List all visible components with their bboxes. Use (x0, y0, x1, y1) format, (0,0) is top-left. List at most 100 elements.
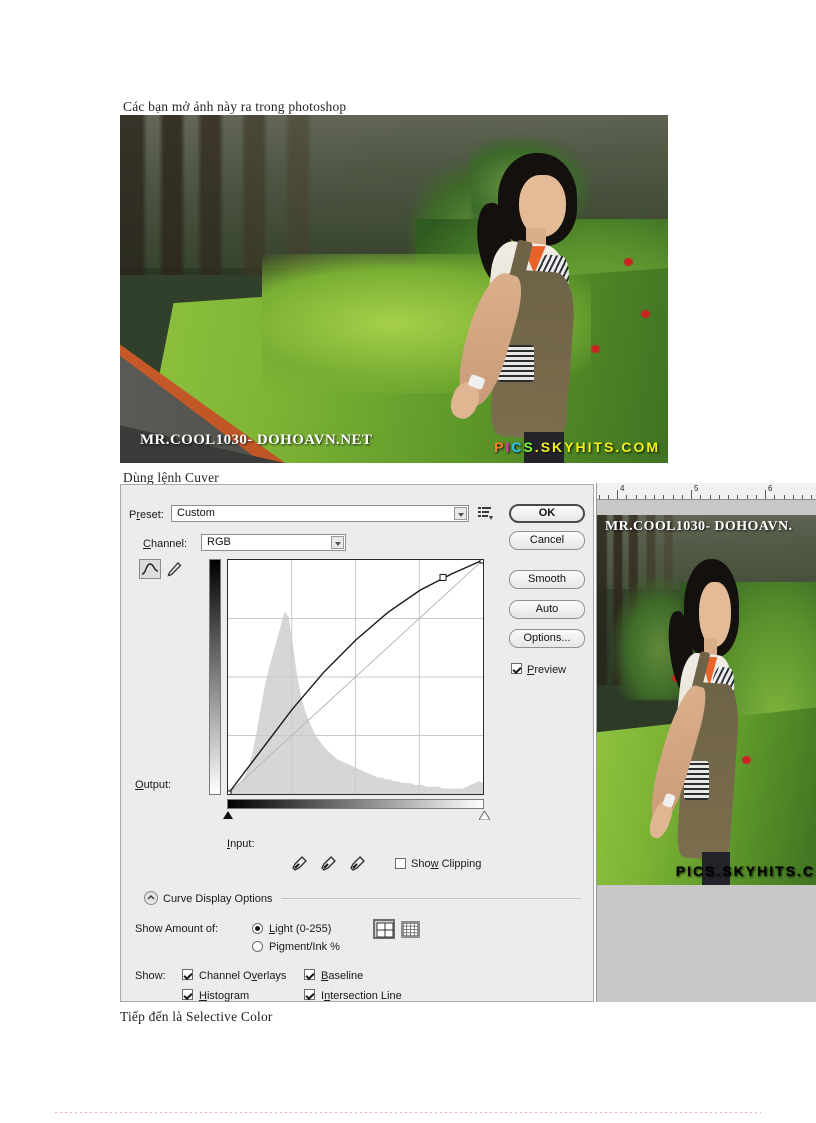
curves-dialog: Preset: Custom Channel: RGB Output: Inpu… (120, 484, 594, 1002)
gray-point-eyedropper-icon[interactable] (319, 855, 337, 873)
intersection-line-checkbox[interactable] (304, 989, 315, 1000)
channel-dropdown[interactable]: RGB (201, 534, 346, 551)
ruler-tick-major (691, 490, 692, 499)
photoshop-canvas-panel: 456 MR.COOL1030- DOHOAVN. PICS.SKYHITS.C (596, 483, 816, 1002)
wm-char: Y (564, 439, 576, 455)
curve-svg (228, 560, 483, 794)
baseline-checkbox[interactable] (304, 969, 315, 980)
show-label: Show: (135, 970, 166, 982)
output-gradient-bar (209, 559, 221, 795)
caption-open-image: Các bạn mở ảnh này ra trong photoshop (123, 99, 347, 114)
horizontal-ruler[interactable]: 4 5 6 (597, 483, 816, 500)
ruler-tick-minor (737, 495, 739, 499)
ruler-number: 6 (768, 484, 773, 493)
input-gradient-bar (227, 799, 484, 809)
ruler-tick-minor (700, 495, 702, 499)
curves-graph-area[interactable] (209, 559, 490, 820)
wm-char: C (621, 439, 634, 455)
watermark-dohoavn: MR.COOL1030- DOHOAVN.NET (140, 432, 373, 448)
wm-char: O (633, 439, 647, 455)
black-point-slider[interactable] (223, 811, 233, 819)
baseline-label[interactable]: Baseline (321, 970, 363, 982)
ruler-tick-minor (607, 495, 609, 499)
caption-selective-color: Tiếp đến là Selective Color (120, 1009, 273, 1024)
wm-char: S (523, 439, 535, 455)
photo-preview: MR.COOL1030- DOHOAVN. PICS.SKYHITS.C (597, 515, 816, 885)
curve-display-options-disclosure[interactable] (144, 891, 158, 905)
photo-flower (640, 309, 650, 318)
channel-label: Channel: (143, 538, 188, 550)
preset-dropdown[interactable]: Custom (171, 505, 469, 522)
black-point-eyedropper-icon[interactable] (290, 855, 308, 873)
ruler-tick-minor (811, 495, 813, 499)
ruler-tick-major (765, 490, 766, 499)
section-divider (281, 898, 581, 899)
light-label[interactable]: Light (0-255) (269, 923, 331, 935)
curve-tool-icon[interactable] (139, 559, 161, 579)
chevron-down-icon[interactable] (454, 507, 467, 520)
preset-menu-icon[interactable] (478, 506, 493, 520)
wm-char: C (511, 439, 524, 455)
ruler-tick-minor (626, 495, 628, 499)
show-clipping-label[interactable]: Show Clipping (411, 858, 481, 870)
channel-overlays-label[interactable]: Channel Overlays (199, 970, 286, 982)
ruler-tick-minor (644, 495, 646, 499)
photo-original: MR.COOL1030- DOHOAVN.NET PICS.SKYHITS.CO… (120, 115, 668, 463)
wm-char: S (540, 439, 553, 455)
cancel-button[interactable]: Cancel (509, 531, 585, 550)
wm-char: K (552, 439, 565, 455)
input-label: Input: (227, 838, 255, 850)
ruler-tick-major (617, 490, 618, 499)
white-point-eyedropper-icon[interactable] (348, 855, 366, 873)
auto-button[interactable]: Auto (509, 600, 585, 619)
preview-checkbox[interactable] (511, 663, 522, 674)
white-point-slider[interactable] (479, 811, 490, 820)
output-label: Output: (135, 779, 172, 791)
wm-char: M (646, 439, 660, 455)
ruler-number: 5 (694, 484, 699, 493)
preview-watermark-skyhits: PICS.SKYHITS.C (675, 863, 815, 879)
channel-overlays-checkbox[interactable] (182, 969, 193, 980)
pigment-label[interactable]: Pigment/Ink % (269, 941, 340, 953)
ruler-tick-minor (663, 495, 665, 499)
ruler-tick-minor (755, 495, 757, 499)
pencil-tool-icon[interactable] (165, 560, 183, 578)
ruler-number: 4 (620, 484, 625, 493)
light-radio[interactable] (252, 923, 263, 934)
ruler-tick-minor (672, 495, 674, 499)
histogram-checkbox[interactable] (182, 989, 193, 1000)
ruler-tick-minor (774, 495, 776, 499)
options-button[interactable]: Options... (509, 629, 585, 648)
curve-plot[interactable] (227, 559, 484, 795)
wm-char: P (494, 439, 506, 455)
wm-char: H (575, 439, 588, 455)
preview-subject-woman (643, 559, 764, 885)
curve-display-options-title: Curve Display Options (163, 893, 273, 905)
smooth-button[interactable]: Smooth (509, 570, 585, 589)
ruler-tick-minor (728, 495, 729, 499)
channel-value: RGB (207, 536, 231, 548)
ruler-tick-minor (802, 495, 803, 499)
wm-char: T (593, 439, 605, 455)
photo-flower (624, 257, 634, 266)
grid-tenths-icon[interactable] (401, 921, 420, 938)
photo-subject-woman (446, 153, 613, 463)
show-amount-label: Show Amount of: (135, 923, 219, 935)
wm-char: S (604, 439, 616, 455)
preset-value: Custom (177, 507, 215, 519)
chevron-down-icon[interactable] (331, 536, 344, 549)
intersection-line-label[interactable]: Intersection Line (321, 990, 402, 1002)
page-bottom-rule (55, 1112, 761, 1113)
show-clipping-checkbox[interactable] (395, 858, 406, 869)
pigment-radio[interactable] (252, 941, 263, 952)
watermark-skyhits: PICS.SKYHITS.COM (494, 439, 660, 455)
preview-label[interactable]: Preview (527, 664, 566, 676)
ruler-tick-minor (654, 495, 655, 499)
grid-quarters-icon[interactable] (373, 919, 395, 939)
ruler-tick-minor (718, 495, 720, 499)
ruler-tick-minor (681, 495, 683, 499)
histogram-label[interactable]: Histogram (199, 990, 249, 1002)
preset-label: Preset: (129, 509, 164, 521)
preview-watermark-dohoavn: MR.COOL1030- DOHOAVN. (605, 519, 793, 534)
ok-button[interactable]: OK (509, 504, 585, 523)
